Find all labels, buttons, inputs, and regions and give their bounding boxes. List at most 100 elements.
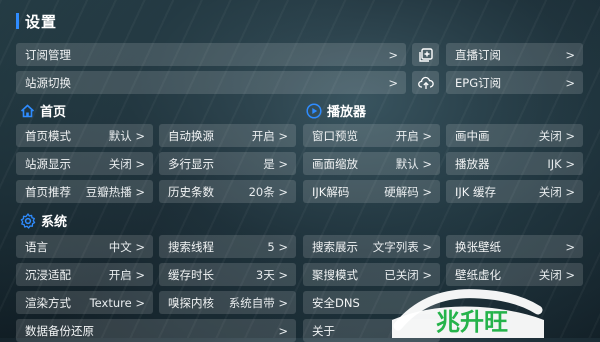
section-home: 首页 (20, 101, 66, 120)
search-display-setting[interactable]: 搜索展示 文字列表 > (303, 235, 440, 258)
watermark-text: 兆升旺 (436, 308, 508, 336)
cloud-upload-button[interactable] (412, 71, 439, 94)
secure-dns-setting[interactable]: 安全DNS (303, 291, 440, 314)
setting-value: > (565, 239, 575, 254)
setting-value: IJK > (547, 156, 575, 171)
setting-value: Texture > (89, 295, 145, 310)
setting-label: 换张壁纸 (455, 239, 501, 254)
setting-value: 关闭 > (108, 156, 145, 171)
section-system: 系统 (20, 211, 67, 230)
setting-label: 首页推荐 (25, 184, 71, 199)
setting-label: 自动换源 (168, 128, 214, 143)
setting-label: 沉浸适配 (25, 267, 71, 282)
setting-value: 关闭 > (538, 128, 575, 143)
setting-label: IJK解码 (312, 184, 350, 199)
cache-duration-setting[interactable]: 缓存时长 3天 > (159, 263, 296, 286)
search-threads-setting[interactable]: 搜索线程 5 > (159, 235, 296, 258)
page-title-text: 设置 (25, 12, 58, 31)
history-count-setting[interactable]: 历史条数 20条 > (159, 180, 296, 203)
section-system-title: 系统 (41, 215, 68, 230)
setting-value: 开启 > (108, 267, 145, 282)
home-mode-setting[interactable]: 首页模式 默认 > (16, 124, 153, 147)
render-mode-setting[interactable]: 渲染方式 Texture > (16, 291, 153, 314)
player-type-setting[interactable]: 播放器 IJK > (446, 152, 583, 175)
home-icon (20, 103, 35, 117)
add-box-icon (418, 47, 433, 62)
setting-label: 安全DNS (312, 295, 360, 310)
live-subscription-button[interactable]: 直播订阅 > (446, 43, 583, 66)
change-wallpaper-button[interactable]: 换张壁纸 > (446, 235, 583, 258)
subscription-management-button[interactable]: 订阅管理 > (16, 43, 406, 66)
window-preview-setting[interactable]: 窗口预览 开启 > (303, 124, 440, 147)
ijk-cache-setting[interactable]: IJK 缓存 关闭 > (446, 180, 583, 203)
section-player-title: 播放器 (327, 105, 367, 120)
setting-label: 搜索线程 (168, 239, 214, 254)
setting-value: 默认 > (108, 128, 145, 143)
setting-label: 渲染方式 (25, 295, 71, 310)
aggregate-search-setting[interactable]: 聚搜模式 已关闭 > (303, 263, 440, 286)
setting-value: 文字列表 > (372, 239, 432, 254)
setting-value: 3天 > (255, 267, 288, 282)
setting-value: 20条 > (248, 184, 288, 199)
section-home-title: 首页 (40, 105, 67, 120)
setting-value: 豆瓣热播 > (85, 184, 145, 199)
cloud-upload-icon (417, 76, 434, 89)
source-switch-button[interactable]: 站源切换 > (16, 71, 406, 94)
setting-label: 数据备份还原 (25, 323, 94, 338)
setting-value: 系统自带 > (228, 295, 288, 310)
source-switch-label: 站源切换 (25, 75, 71, 90)
title-accent-bar (16, 13, 19, 29)
setting-value: 硬解码 > (384, 184, 432, 199)
setting-label: 播放器 (455, 156, 490, 171)
auto-source-switch-setting[interactable]: 自动换源 开启 > (159, 124, 296, 147)
add-subscription-button[interactable] (412, 43, 439, 66)
epg-subscription-button[interactable]: EPG订阅 > (446, 71, 583, 94)
play-circle-icon (306, 102, 322, 119)
data-backup-restore-button[interactable]: 数据备份还原 > (16, 319, 296, 342)
setting-label: 多行显示 (168, 156, 214, 171)
setting-label: 站源显示 (25, 156, 71, 171)
setting-label: 关于 (312, 323, 335, 338)
setting-value: 默认 > (395, 156, 432, 171)
page-title: 设置 (16, 10, 57, 32)
setting-label: 聚搜模式 (312, 267, 358, 282)
ijk-decode-setting[interactable]: IJK解码 硬解码 > (303, 180, 440, 203)
setting-value: 中文 > (108, 239, 145, 254)
wallpaper-blur-setting[interactable]: 壁纸虚化 关闭 > (446, 263, 583, 286)
setting-label: 壁纸虚化 (455, 267, 501, 282)
about-button[interactable]: 关于 (303, 319, 440, 342)
live-label: 直播订阅 (455, 47, 501, 62)
setting-label: 嗅探内核 (168, 295, 214, 310)
setting-value: 开启 > (395, 128, 432, 143)
setting-label: 画面缩放 (312, 156, 358, 171)
setting-value: 关闭 > (538, 267, 575, 282)
setting-value: > (278, 323, 288, 338)
chevron-right-icon: > (565, 47, 575, 62)
setting-label: 窗口预览 (312, 128, 358, 143)
setting-value: 开启 > (251, 128, 288, 143)
setting-label: 搜索展示 (312, 239, 358, 254)
section-player: 播放器 (306, 101, 366, 120)
setting-label: 缓存时长 (168, 267, 214, 282)
immersive-mode-setting[interactable]: 沉浸适配 开启 > (16, 263, 153, 286)
language-setting[interactable]: 语言 中文 > (16, 235, 153, 258)
setting-label: 画中画 (455, 128, 490, 143)
epg-label: EPG订阅 (455, 75, 502, 90)
chevron-right-icon: > (388, 75, 398, 90)
subscription-label: 订阅管理 (25, 47, 71, 62)
home-recommend-setting[interactable]: 首页推荐 豆瓣热播 > (16, 180, 153, 203)
setting-value: 5 > (267, 239, 288, 254)
setting-label: 历史条数 (168, 184, 214, 199)
setting-value: 已关闭 > (384, 267, 432, 282)
multi-row-display-setting[interactable]: 多行显示 是 > (159, 152, 296, 175)
picture-scale-setting[interactable]: 画面缩放 默认 > (303, 152, 440, 175)
source-display-setting[interactable]: 站源显示 关闭 > (16, 152, 153, 175)
picture-in-picture-setting[interactable]: 画中画 关闭 > (446, 124, 583, 147)
setting-value: 关闭 > (538, 184, 575, 199)
setting-label: 首页模式 (25, 128, 71, 143)
setting-label: IJK 缓存 (455, 184, 496, 199)
sniff-kernel-setting[interactable]: 嗅探内核 系统自带 > (159, 291, 296, 314)
setting-value: 是 > (263, 156, 288, 171)
setting-label: 语言 (25, 239, 48, 254)
chevron-right-icon: > (388, 47, 398, 62)
